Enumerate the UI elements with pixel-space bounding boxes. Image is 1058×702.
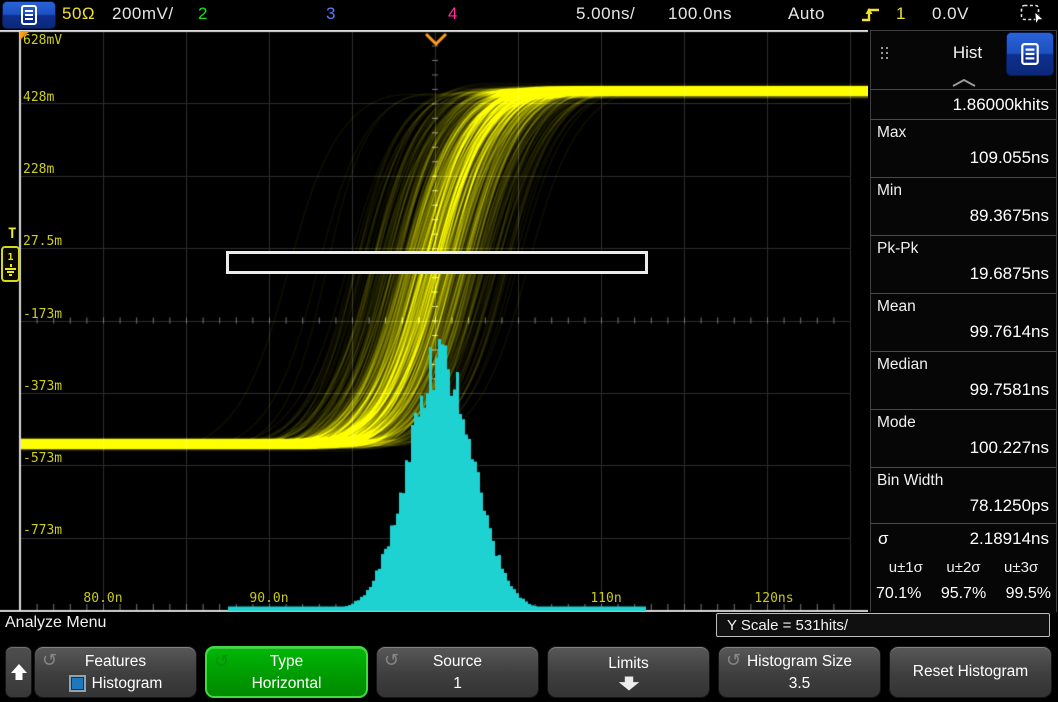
ch4-button[interactable]: 4: [448, 4, 458, 24]
knob-icon: ↺: [214, 651, 229, 672]
stat-row-pkpk: Pk-Pk 19.6875ns: [871, 236, 1056, 294]
trigger-level-marker[interactable]: T: [8, 226, 16, 242]
waveform-display: [0, 30, 868, 614]
up-arrow-icon: [10, 662, 28, 682]
x-axis-label: 90.0n: [243, 591, 295, 606]
y-axis-label: 27.5m: [23, 234, 62, 249]
x-axis-label: 110n: [580, 591, 632, 606]
softkey-limits[interactable]: Limits: [547, 646, 710, 698]
stat-row-min: Min 89.3675ns: [871, 178, 1056, 236]
trigger-mode-readout[interactable]: Auto: [788, 4, 825, 24]
stat-row-bin-width: Bin Width 78.1250ps: [871, 468, 1056, 524]
hist-stats-panel: Hist 1.86000khits Max 109.055ns Min 89.3…: [870, 30, 1057, 616]
knob-icon: ↺: [726, 650, 741, 671]
menu-icon: [20, 5, 38, 25]
main-menu-button[interactable]: [2, 1, 56, 29]
ch1-impedance[interactable]: 50Ω: [62, 4, 95, 24]
channel1-ground-marker[interactable]: 1: [1, 246, 20, 282]
softkey-histogram-size[interactable]: ↺ Histogram Size 3.5: [718, 646, 881, 698]
y-scale-readout: Y Scale = 531hits/: [716, 613, 1050, 637]
hist-total-hits: 1.86000khits: [871, 89, 1056, 120]
collapse-panel-button[interactable]: [871, 75, 1056, 89]
softkey-menu-bar: Analyze Menu Y Scale = 531hits/ ↺ Featur…: [0, 612, 1058, 702]
timebase-readout[interactable]: 5.00ns/: [576, 4, 635, 24]
stat-row-median: Median 99.7581ns: [871, 352, 1056, 410]
softkey-features[interactable]: ↺ Features Histogram: [34, 646, 197, 698]
x-axis-label: 80.0n: [77, 591, 129, 606]
ch3-button[interactable]: 3: [326, 4, 336, 24]
hist-panel-header: Hist: [871, 31, 1056, 75]
ch1-scale[interactable]: 200mV/: [112, 4, 174, 24]
chevron-up-icon: [951, 78, 977, 87]
menu-back-button[interactable]: [5, 646, 32, 698]
stat-row-mode: Mode 100.227ns: [871, 410, 1056, 468]
sigma-headers-row: u±1σ u±2σ u±3σ: [871, 554, 1056, 581]
softkey-reset-histogram[interactable]: Reset Histogram: [889, 646, 1052, 698]
down-arrow-icon: [615, 675, 643, 692]
select-region-icon: [1020, 4, 1046, 25]
ch2-button[interactable]: 2: [198, 4, 208, 24]
stat-row-max: Max 109.055ns: [871, 120, 1056, 178]
y-axis-label: -373m: [23, 379, 62, 394]
sigma-values-row: 70.1% 95.7% 99.5%: [871, 581, 1056, 607]
knob-icon: ↺: [384, 650, 399, 671]
y-axis-label: 428m: [23, 90, 54, 105]
delay-readout[interactable]: 100.0ns: [668, 4, 732, 24]
top-toolbar: 50Ω 200mV/ 2 3 4 5.00ns/ 100.0ns Auto 1 …: [0, 0, 1058, 30]
y-axis-label: -173m: [23, 307, 62, 322]
stat-row-mean: Mean 99.7614ns: [871, 294, 1056, 352]
histogram-checkbox: [69, 675, 86, 692]
y-axis-label: 628mV: [23, 33, 62, 48]
trigger-source-readout[interactable]: 1: [896, 4, 906, 24]
softkey-source[interactable]: ↺ Source 1: [376, 646, 539, 698]
oscilloscope-screen: { "toolbar": { "impedance": "50Ω", "vert…: [0, 0, 1058, 702]
trigger-level-readout[interactable]: 0.0V: [932, 4, 969, 24]
stat-row-sigma: σ 2.18914ns: [871, 524, 1056, 554]
ground-icon: [5, 264, 16, 276]
hist-panel-menu-button[interactable]: [1006, 32, 1054, 76]
drag-grip-icon[interactable]: [879, 45, 890, 61]
y-axis-label: -773m: [23, 523, 62, 538]
softkey-type[interactable]: ↺ Type Horizontal: [205, 646, 368, 698]
knob-icon: ↺: [42, 650, 57, 671]
trigger-slope-icon: [860, 5, 882, 29]
histogram-window-box[interactable]: [226, 251, 648, 274]
y-axis-label: -573m: [23, 451, 62, 466]
menu-title: Analyze Menu: [5, 614, 106, 632]
y-axis-label: 228m: [23, 162, 54, 177]
x-axis-label: 120ns: [748, 591, 800, 606]
menu-icon: [1020, 43, 1040, 65]
region-select-tool-button[interactable]: [1020, 4, 1046, 30]
